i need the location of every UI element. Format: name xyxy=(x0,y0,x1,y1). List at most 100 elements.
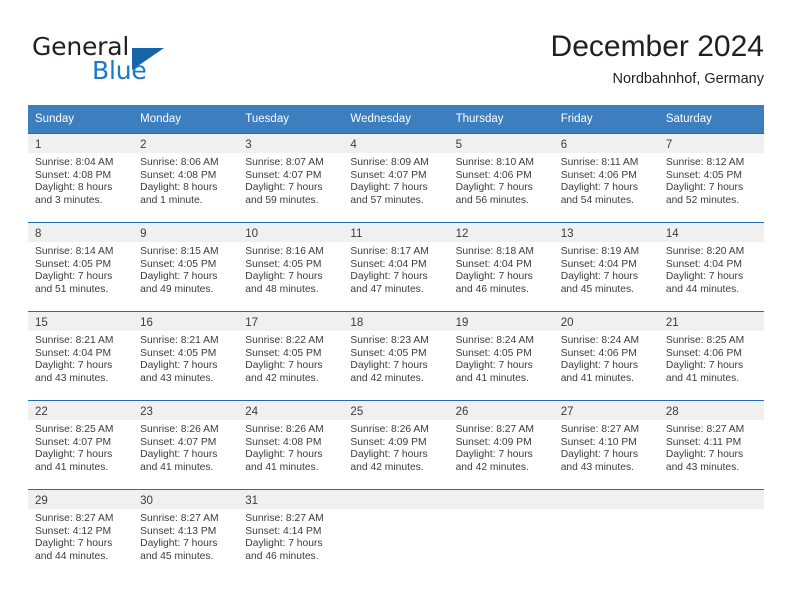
day-number: 6 xyxy=(560,139,568,151)
day-number-band xyxy=(553,490,659,509)
calendar-day-cell[interactable]: 31 Sunrise: 8:27 AM Sunset: 4:14 PM Dayligh… xyxy=(238,489,344,578)
calendar-day-cell[interactable]: 28 Sunrise: 8:27 AM Sunset: 4:11 PM Dayligh… xyxy=(658,400,764,490)
sunset-time: Sunset: 4:08 PM xyxy=(140,169,217,181)
calendar-day-cell[interactable]: 14 Sunrise: 8:20 AM Sunset: 4:04 PM Dayligh… xyxy=(658,222,764,312)
day-number-band: 30 xyxy=(133,490,239,509)
daylight-duration-line1: Daylight: 7 hours xyxy=(350,182,428,194)
sunset-time: Sunset: 4:05 PM xyxy=(665,169,742,181)
calendar-day-cell[interactable]: 10 Sunrise: 8:16 AM Sunset: 4:05 PM Dayligh… xyxy=(238,222,344,312)
sunset-time: Sunset: 4:05 PM xyxy=(245,258,322,270)
day-number-band: 10 xyxy=(238,223,344,242)
sunrise-time: Sunrise: 8:10 AM xyxy=(455,157,534,168)
sunrise-time: Sunrise: 8:04 AM xyxy=(35,157,114,168)
day-number-band: 23 xyxy=(133,401,239,420)
day-number: 27 xyxy=(560,406,574,418)
calendar-day-cell[interactable]: 7 Sunrise: 8:12 AM Sunset: 4:05 PM Daylight… xyxy=(658,133,764,223)
day-details: Sunrise: 8:27 AM Sunset: 4:09 PM Daylight:… xyxy=(449,420,554,474)
calendar-day-cell[interactable]: 29 Sunrise: 8:27 AM Sunset: 4:12 PM Dayligh… xyxy=(28,489,134,578)
day-details: Sunrise: 8:21 AM Sunset: 4:04 PM Daylight:… xyxy=(28,331,133,385)
sunrise-time: Sunrise: 8:18 AM xyxy=(455,246,534,257)
day-details: Sunrise: 8:22 AM Sunset: 4:05 PM Daylight:… xyxy=(238,331,343,385)
calendar-day-cell[interactable]: 5 Sunrise: 8:10 AM Sunset: 4:06 PM Daylight… xyxy=(448,133,554,223)
calendar-day-cell[interactable]: 6 Sunrise: 8:11 AM Sunset: 4:06 PM Daylight… xyxy=(553,133,659,223)
sunrise-time: Sunrise: 8:27 AM xyxy=(665,424,745,435)
day-number: 22 xyxy=(35,406,48,418)
calendar-day-cell[interactable]: 13 Sunrise: 8:19 AM Sunset: 4:04 PM Dayligh… xyxy=(553,222,659,312)
day-number-band: 2 xyxy=(133,134,239,153)
sunset-time: Sunset: 4:05 PM xyxy=(245,347,322,359)
day-number: 25 xyxy=(350,406,364,418)
sunset-time: Sunset: 4:07 PM xyxy=(140,436,217,448)
calendar-day-cell xyxy=(553,489,659,578)
calendar-day-cell[interactable]: 30 Sunrise: 8:27 AM Sunset: 4:13 PM Dayligh… xyxy=(133,489,239,578)
day-number: 3 xyxy=(245,139,252,151)
daylight-duration-line1: Daylight: 7 hours xyxy=(560,449,638,461)
daylight-duration-line2: and 44 minutes. xyxy=(665,283,740,295)
weekday-header-tuesday: Tuesday xyxy=(238,105,344,134)
day-number-band: 25 xyxy=(343,401,449,420)
daylight-duration-line1: Daylight: 7 hours xyxy=(455,360,533,372)
calendar-day-cell[interactable]: 17 Sunrise: 8:22 AM Sunset: 4:05 PM Dayligh… xyxy=(238,311,344,401)
sunrise-time: Sunrise: 8:11 AM xyxy=(560,157,639,168)
day-number-band: 26 xyxy=(448,401,554,420)
daylight-duration-line1: Daylight: 7 hours xyxy=(665,449,744,461)
day-details: Sunrise: 8:07 AM Sunset: 4:07 PM Daylight:… xyxy=(238,153,343,207)
calendar-day-cell[interactable]: 26 Sunrise: 8:27 AM Sunset: 4:09 PM Dayligh… xyxy=(448,400,554,490)
calendar-day-cell[interactable]: 9 Sunrise: 8:15 AM Sunset: 4:05 PM Daylight… xyxy=(133,222,239,312)
calendar-day-cell[interactable]: 25 Sunrise: 8:26 AM Sunset: 4:09 PM Dayligh… xyxy=(343,400,449,490)
calendar-day-cell[interactable]: 2 Sunrise: 8:06 AM Sunset: 4:08 PM Daylight… xyxy=(133,133,239,223)
sunset-time: Sunset: 4:06 PM xyxy=(455,169,532,181)
calendar-day-cell[interactable]: 4 Sunrise: 8:09 AM Sunset: 4:07 PM Daylight… xyxy=(343,133,449,223)
calendar-day-cell[interactable]: 1 Sunrise: 8:04 AM Sunset: 4:08 PM Daylight… xyxy=(28,133,134,223)
daylight-duration-line2: and 59 minutes. xyxy=(245,194,319,206)
calendar-day-cell[interactable]: 3 Sunrise: 8:07 AM Sunset: 4:07 PM Daylight… xyxy=(238,133,344,223)
daylight-duration-line1: Daylight: 7 hours xyxy=(140,271,218,283)
daylight-duration-line2: and 3 minutes. xyxy=(35,194,103,206)
logo-text-blue: Blue xyxy=(92,56,147,85)
day-details: Sunrise: 8:27 AM Sunset: 4:12 PM Daylight:… xyxy=(28,509,133,563)
sunset-time: Sunset: 4:04 PM xyxy=(665,258,742,270)
day-number-band: 16 xyxy=(133,312,239,331)
calendar-day-cell[interactable]: 22 Sunrise: 8:25 AM Sunset: 4:07 PM Dayligh… xyxy=(28,400,134,490)
calendar-day-cell[interactable]: 18 Sunrise: 8:23 AM Sunset: 4:05 PM Dayligh… xyxy=(343,311,449,401)
calendar-day-cell[interactable]: 15 Sunrise: 8:21 AM Sunset: 4:04 PM Dayligh… xyxy=(28,311,134,401)
day-number-band: 11 xyxy=(343,223,449,242)
calendar-day-cell[interactable]: 12 Sunrise: 8:18 AM Sunset: 4:04 PM Dayligh… xyxy=(448,222,554,312)
sunrise-time: Sunrise: 8:26 AM xyxy=(350,424,429,435)
daylight-duration-line2: and 51 minutes. xyxy=(35,283,109,295)
calendar-day-cell[interactable]: 23 Sunrise: 8:26 AM Sunset: 4:07 PM Dayligh… xyxy=(133,400,239,490)
sunset-time: Sunset: 4:13 PM xyxy=(140,525,217,537)
day-number: 31 xyxy=(245,495,259,507)
day-number-band: 1 xyxy=(28,134,134,153)
calendar-day-cell[interactable]: 16 Sunrise: 8:21 AM Sunset: 4:05 PM Dayligh… xyxy=(133,311,239,401)
sunset-time: Sunset: 4:05 PM xyxy=(140,347,217,359)
day-number-band: 21 xyxy=(658,312,764,331)
sunset-time: Sunset: 4:09 PM xyxy=(455,436,532,448)
sunset-time: Sunset: 4:06 PM xyxy=(560,169,637,181)
sunset-time: Sunset: 4:10 PM xyxy=(560,436,637,448)
calendar-day-cell[interactable]: 11 Sunrise: 8:17 AM Sunset: 4:04 PM Dayligh… xyxy=(343,222,449,312)
day-number: 4 xyxy=(350,139,357,151)
daylight-duration-line1: Daylight: 7 hours xyxy=(35,449,113,461)
calendar-week-row: 22 Sunrise: 8:25 AM Sunset: 4:07 PM Dayligh… xyxy=(28,400,764,490)
sunset-time: Sunset: 4:07 PM xyxy=(245,169,322,181)
sunrise-time: Sunrise: 8:15 AM xyxy=(140,246,219,257)
general-blue-logo: General Blue xyxy=(32,32,242,90)
calendar-day-cell[interactable]: 21 Sunrise: 8:25 AM Sunset: 4:06 PM Dayligh… xyxy=(658,311,764,401)
day-number: 15 xyxy=(35,317,48,329)
sunrise-time: Sunrise: 8:07 AM xyxy=(245,157,324,168)
calendar-day-cell[interactable]: 8 Sunrise: 8:14 AM Sunset: 4:05 PM Daylight… xyxy=(28,222,134,312)
calendar-day-cell[interactable]: 24 Sunrise: 8:26 AM Sunset: 4:08 PM Dayligh… xyxy=(238,400,344,490)
day-number: 14 xyxy=(665,228,679,240)
day-number: 18 xyxy=(350,317,364,329)
day-number: 17 xyxy=(245,317,259,329)
day-number: 24 xyxy=(245,406,259,418)
sunrise-time: Sunrise: 8:27 AM xyxy=(140,513,219,524)
calendar-day-cell[interactable]: 20 Sunrise: 8:24 AM Sunset: 4:06 PM Dayligh… xyxy=(553,311,659,401)
daylight-duration-line2: and 43 minutes. xyxy=(140,372,214,384)
daylight-duration-line2: and 48 minutes. xyxy=(245,283,319,295)
calendar-day-cell[interactable]: 19 Sunrise: 8:24 AM Sunset: 4:05 PM Dayligh… xyxy=(448,311,554,401)
daylight-duration-line1: Daylight: 7 hours xyxy=(35,360,113,372)
daylight-duration-line1: Daylight: 8 hours xyxy=(140,182,218,194)
calendar-day-cell[interactable]: 27 Sunrise: 8:27 AM Sunset: 4:10 PM Dayligh… xyxy=(553,400,659,490)
